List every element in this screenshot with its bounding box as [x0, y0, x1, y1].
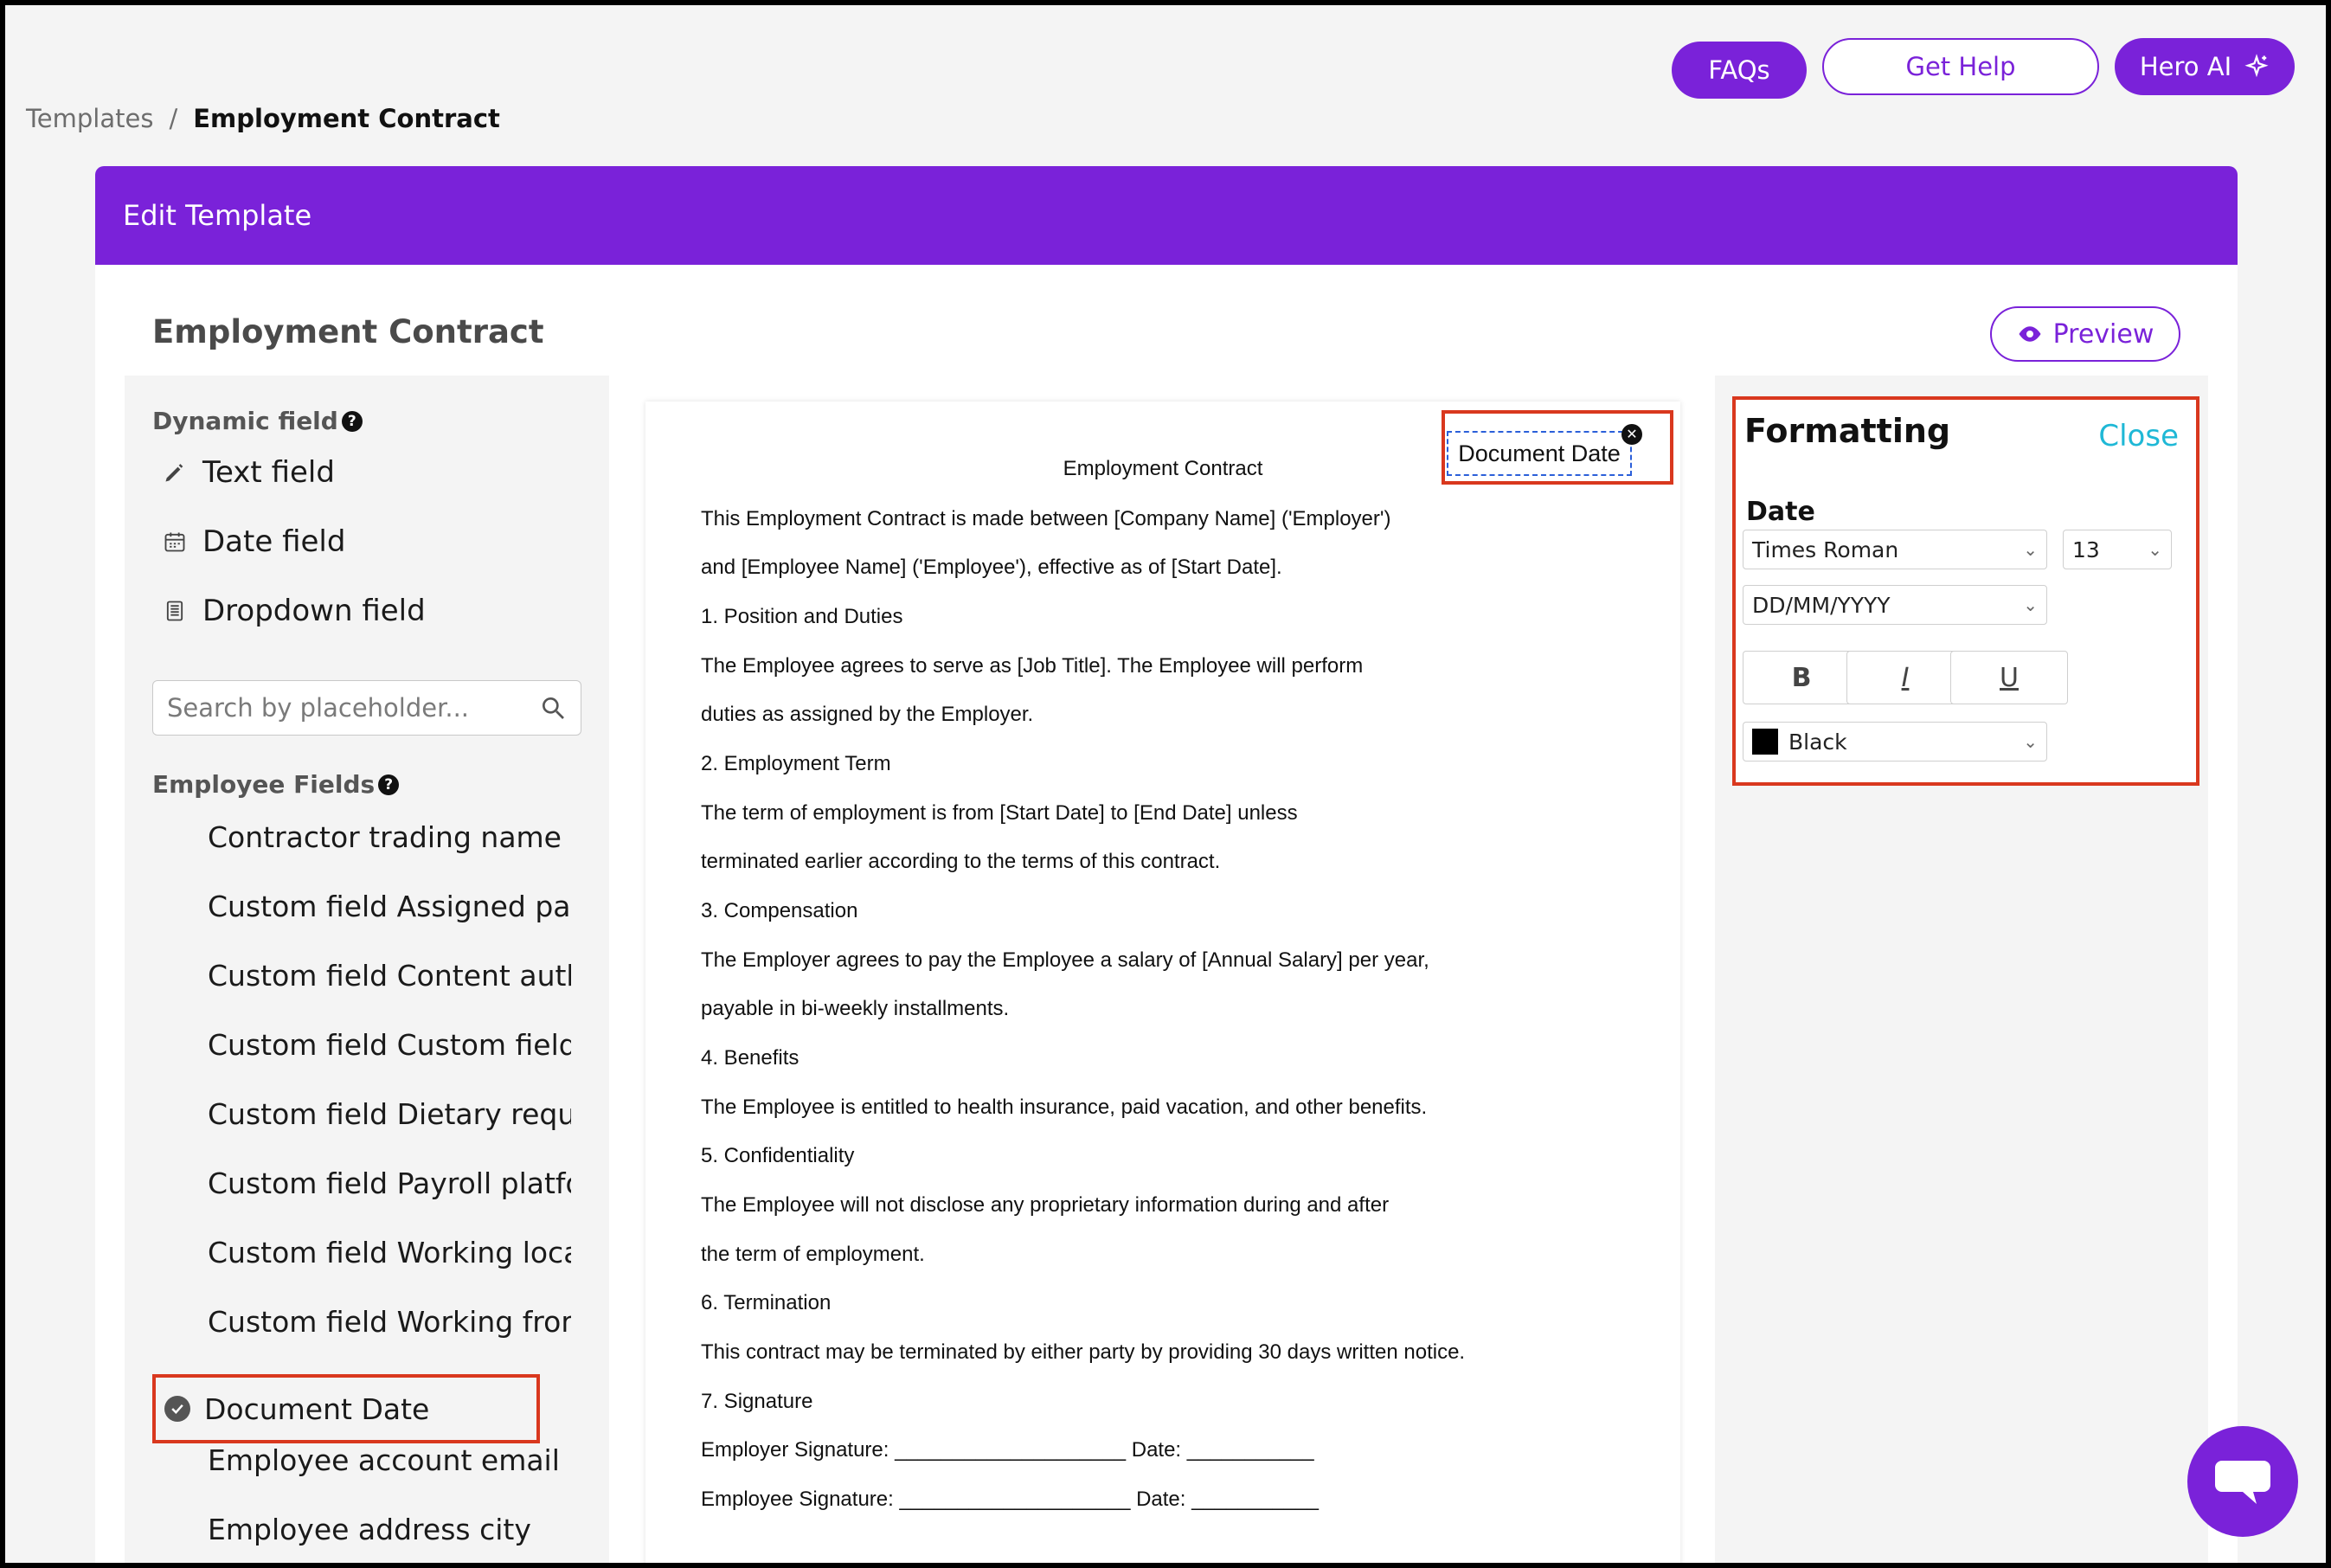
top-actions: FAQs Get Help Hero AI — [1672, 38, 2295, 99]
color-swatch — [1752, 729, 1778, 755]
remove-field-icon[interactable]: ✕ — [1621, 424, 1642, 445]
chat-launcher-button[interactable] — [2187, 1426, 2298, 1537]
breadcrumb-separator: / — [169, 104, 178, 133]
close-formatting-link[interactable]: Close — [2098, 419, 2179, 453]
employee-field-item[interactable]: Custom field Assigned parking — [208, 890, 571, 923]
search-input[interactable] — [167, 693, 539, 723]
formatting-sidebar: Formatting Close Date Times Roman ⌄ 13 ⌄… — [1715, 376, 2208, 1568]
faqs-button[interactable]: FAQs — [1672, 42, 1807, 99]
breadcrumb-current: Employment Contract — [193, 104, 500, 133]
breadcrumb: Templates / Employment Contract — [26, 104, 500, 133]
chat-bubble-icon — [2215, 1461, 2270, 1504]
document-line: 7. Signature — [701, 1390, 813, 1413]
search-icon[interactable] — [539, 694, 567, 722]
document-heading: Employment Contract — [1063, 457, 1263, 480]
card-header: Edit Template — [95, 166, 2238, 265]
chevron-down-icon: ⌄ — [2148, 539, 2162, 560]
document-line: This contract may be terminated by eithe… — [701, 1340, 1466, 1364]
document-line: and [Employee Name] ('Employee'), effect… — [701, 556, 1282, 579]
employee-field-item[interactable]: Custom field Working from home — [208, 1305, 571, 1339]
text-field-item[interactable]: Text field — [161, 455, 335, 490]
text-field-label: Text field — [202, 455, 335, 490]
document-line: 4. Benefits — [701, 1046, 799, 1070]
underline-button[interactable]: U — [1950, 651, 2068, 704]
date-format-value: DD/MM/YYYY — [1752, 592, 1891, 618]
document-line: payable in bi-weekly installments. — [701, 997, 1010, 1020]
document-line: 3. Compensation — [701, 899, 858, 922]
document-line: 2. Employment Term — [701, 752, 891, 775]
employee-field-label: Document Date — [204, 1391, 430, 1426]
preview-label: Preview — [2052, 318, 2154, 350]
document-line: duties as assigned by the Employer. — [701, 703, 1034, 726]
employee-field-item[interactable]: Employee address city — [208, 1513, 571, 1546]
document-line: 1. Position and Duties — [701, 605, 903, 628]
font-family-select[interactable]: Times Roman ⌄ — [1743, 530, 2047, 569]
document-line: The term of employment is from [Start Da… — [701, 801, 1298, 825]
date-field-label: Date field — [202, 524, 346, 559]
italic-button[interactable]: I — [1846, 651, 1964, 704]
dynamic-field-heading: Dynamic field ? — [152, 407, 363, 435]
font-family-value: Times Roman — [1752, 537, 1899, 562]
text-color-select[interactable]: Black ⌄ — [1743, 722, 2047, 762]
chevron-down-icon: ⌄ — [2023, 731, 2038, 752]
card-header-title: Edit Template — [123, 199, 312, 232]
date-format-select[interactable]: DD/MM/YYYY ⌄ — [1743, 585, 2047, 625]
document-line: The Employer agrees to pay the Employee … — [701, 948, 1429, 972]
document-line: This Employment Contract is made between… — [701, 507, 1391, 530]
document-line: The Employee is entitled to health insur… — [701, 1096, 1428, 1119]
font-size-value: 13 — [2072, 537, 2100, 562]
calendar-icon — [161, 528, 189, 556]
formatting-title: Formatting — [1744, 412, 1951, 450]
font-size-select[interactable]: 13 ⌄ — [2063, 530, 2172, 569]
date-field-item[interactable]: Date field — [161, 524, 345, 559]
eye-icon — [2019, 326, 2041, 342]
chevron-down-icon: ⌄ — [2023, 594, 2038, 615]
employee-field-item[interactable]: Custom field Content author — [208, 959, 571, 993]
check-circle-icon — [164, 1396, 190, 1422]
bold-button[interactable]: B — [1743, 651, 1860, 704]
dropdown-field-item[interactable]: Dropdown field — [161, 594, 426, 628]
document-line: Employee Signature: ____________________… — [701, 1488, 1319, 1511]
employee-field-item[interactable]: Custom field Dietary requirements — [208, 1097, 571, 1131]
employee-field-item-selected[interactable]: Document Date — [152, 1374, 540, 1443]
employee-field-item[interactable]: Custom field Payroll platform — [208, 1166, 571, 1200]
employee-fields-heading: Employee Fields ? — [152, 770, 400, 799]
employee-field-item[interactable]: Custom field Custom field c — [208, 1028, 571, 1062]
breadcrumb-templates-link[interactable]: Templates — [26, 104, 153, 133]
document-line: the term of employment. — [701, 1243, 925, 1266]
document-line: 5. Confidentiality — [701, 1144, 855, 1167]
field-type-label: Date — [1746, 497, 1815, 527]
list-icon — [161, 597, 189, 625]
employee-fields-label: Employee Fields — [152, 770, 376, 799]
document-title: Employment Contract — [152, 313, 544, 350]
help-icon[interactable]: ? — [378, 774, 400, 795]
search-box — [152, 680, 581, 736]
get-help-button[interactable]: Get Help — [1822, 38, 2099, 95]
document-canvas[interactable]: Document Date ✕ Employment Contract This… — [645, 402, 1680, 1568]
hero-ai-button[interactable]: Hero AI — [2115, 38, 2295, 95]
sparkle-icon — [2244, 54, 2269, 78]
formatting-panel: Formatting Close Date Times Roman ⌄ 13 ⌄… — [1732, 396, 2199, 786]
chevron-down-icon: ⌄ — [2023, 539, 2038, 560]
document-line: 6. Termination — [701, 1291, 832, 1314]
preview-button[interactable]: Preview — [1990, 306, 2180, 362]
document-line: The Employee agrees to serve as [Job Tit… — [701, 654, 1364, 678]
document-line: The Employee will not disclose any propr… — [701, 1193, 1390, 1217]
text-color-value: Black — [1788, 729, 1847, 755]
employee-field-item[interactable]: Employee account email — [208, 1443, 571, 1477]
fields-sidebar: Dynamic field ? Text field Date field Dr… — [125, 376, 609, 1568]
edit-template-card: Edit Template Employment Contract Previe… — [95, 166, 2238, 1568]
document-line: Employer Signature: ____________________… — [701, 1438, 1314, 1462]
help-icon[interactable]: ? — [341, 410, 363, 432]
document-line: terminated earlier according to the term… — [701, 850, 1221, 873]
dynamic-field-label: Dynamic field — [152, 407, 338, 435]
hero-ai-label: Hero AI — [2139, 52, 2232, 81]
dropdown-field-label: Dropdown field — [202, 594, 426, 628]
pencil-icon — [161, 459, 189, 486]
employee-field-item[interactable]: Custom field Working location — [208, 1236, 571, 1269]
employee-field-item[interactable]: Contractor trading name — [208, 820, 571, 854]
